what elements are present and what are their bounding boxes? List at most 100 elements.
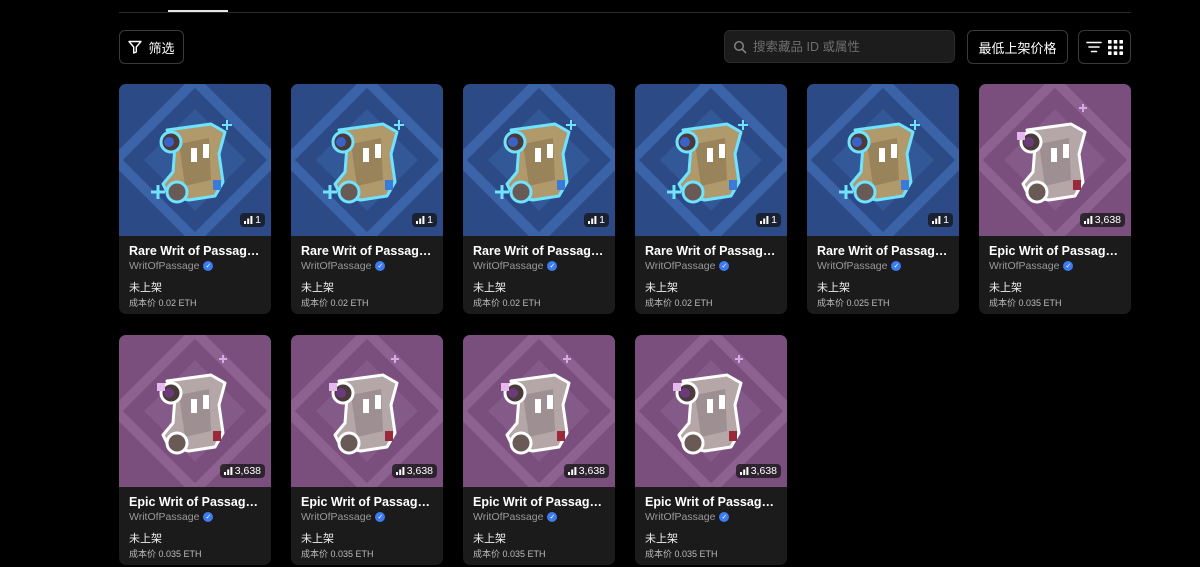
cost-price: 成本价 0.02 ETH (645, 298, 713, 308)
collection-link[interactable]: WritOfPassage ✓ (645, 260, 730, 272)
nft-name[interactable]: Epic Writ of Passage #... (645, 495, 779, 509)
nft-name[interactable]: Rare Writ of Passage ... (473, 244, 607, 258)
nft-name[interactable]: Rare Writ of Passage ... (817, 244, 951, 258)
rarity-badge: 3,638 (735, 464, 781, 478)
collection-name: WritOfPassage (817, 260, 888, 272)
search-input[interactable] (753, 39, 943, 54)
collection-name: WritOfPassage (473, 260, 544, 272)
nft-thumbnail[interactable]: 3,638 (119, 335, 271, 487)
nft-name[interactable]: Rare Writ of Passage ... (301, 244, 435, 258)
active-tab-indicator (168, 10, 228, 12)
nft-thumbnail[interactable]: 1 (463, 84, 615, 236)
rarity-count: 1 (599, 214, 605, 226)
nft-name[interactable]: Rare Writ of Passage ... (645, 244, 779, 258)
view-toggle (1078, 30, 1131, 64)
collection-link[interactable]: WritOfPassage ✓ (645, 511, 730, 523)
search-icon (733, 40, 747, 53)
verified-badge-icon: ✓ (547, 261, 558, 271)
nft-card[interactable]: 1 Rare Writ of Passage ... WritOfPassage… (291, 84, 443, 314)
signal-bars-icon (739, 467, 749, 475)
collection-link[interactable]: WritOfPassage ✓ (817, 260, 902, 272)
nft-name[interactable]: Rare Writ of Passage ... (129, 244, 263, 258)
collection-link[interactable]: WritOfPassage ✓ (301, 260, 386, 272)
signal-bars-icon (588, 216, 597, 224)
signal-bars-icon (760, 216, 769, 224)
cost-price: 成本价 0.035 ETH (645, 549, 718, 559)
collection-name: WritOfPassage (301, 260, 372, 272)
listing-status: 未上架 (817, 282, 850, 294)
rarity-count: 1 (771, 214, 777, 226)
verified-badge-icon: ✓ (891, 261, 902, 271)
rarity-badge: 3,638 (563, 464, 609, 478)
collection-name: WritOfPassage (645, 511, 716, 523)
nft-card[interactable]: 3,638 Epic Writ of Passage #... WritOfPa… (119, 335, 271, 565)
collection-name: WritOfPassage (473, 511, 544, 523)
nft-card[interactable]: 1 Rare Writ of Passage ... WritOfPassage… (635, 84, 787, 314)
filter-button-label: 筛选 (148, 40, 175, 56)
listing-status: 未上架 (301, 533, 334, 545)
sort-dropdown[interactable]: 最低上架价格 (967, 30, 1068, 64)
nft-thumbnail[interactable]: 3,638 (291, 335, 443, 487)
collection-link[interactable]: WritOfPassage ✓ (473, 511, 558, 523)
rarity-badge: 3,638 (1079, 213, 1125, 227)
nft-card[interactable]: 3,638 Epic Writ of Passage #... WritOfPa… (635, 335, 787, 565)
nft-card[interactable]: 1 Rare Writ of Passage ... WritOfPassage… (463, 84, 615, 314)
nft-thumbnail[interactable]: 3,638 (463, 335, 615, 487)
nft-thumbnail[interactable]: 3,638 (979, 84, 1131, 236)
nft-thumbnail[interactable]: 3,638 (635, 335, 787, 487)
cost-price: 成本价 0.025 ETH (817, 298, 890, 308)
funnel-icon (128, 40, 143, 54)
sort-label: 最低上架价格 (978, 40, 1057, 56)
listing-status: 未上架 (301, 282, 334, 294)
cost-price: 成本价 0.035 ETH (989, 298, 1062, 308)
collection-link[interactable]: WritOfPassage ✓ (301, 511, 386, 523)
collection-link[interactable]: WritOfPassage ✓ (473, 260, 558, 272)
list-view-icon[interactable] (1084, 37, 1104, 57)
cost-price: 成本价 0.035 ETH (129, 549, 202, 559)
verified-badge-icon: ✓ (203, 512, 214, 522)
nft-card[interactable]: 3,638 Epic Writ of Passage #... WritOfPa… (291, 335, 443, 565)
collection-link[interactable]: WritOfPassage ✓ (129, 260, 214, 272)
rarity-count: 3,638 (234, 465, 261, 477)
nft-thumbnail[interactable]: 1 (291, 84, 443, 236)
nft-name[interactable]: Epic Writ of Passage #... (989, 244, 1123, 258)
signal-bars-icon (395, 467, 405, 475)
listing-status: 未上架 (473, 282, 506, 294)
nft-name[interactable]: Epic Writ of Passage #... (473, 495, 607, 509)
nft-thumbnail[interactable]: 1 (119, 84, 271, 236)
verified-badge-icon: ✓ (547, 512, 558, 522)
search-box[interactable] (724, 30, 955, 63)
nft-card[interactable]: 1 Rare Writ of Passage ... WritOfPassage… (119, 84, 271, 314)
listing-status: 未上架 (473, 533, 506, 545)
grid-view-icon[interactable] (1105, 37, 1125, 57)
rarity-count: 1 (255, 214, 261, 226)
cost-price: 成本价 0.035 ETH (301, 549, 374, 559)
rarity-badge: 1 (412, 213, 437, 227)
cost-price: 成本价 0.02 ETH (301, 298, 369, 308)
nft-card[interactable]: 3,638 Epic Writ of Passage #... WritOfPa… (979, 84, 1131, 314)
verified-badge-icon: ✓ (203, 261, 214, 271)
collection-link[interactable]: WritOfPassage ✓ (129, 511, 214, 523)
signal-bars-icon (1083, 216, 1093, 224)
nft-card[interactable]: 3,638 Epic Writ of Passage #... WritOfPa… (463, 335, 615, 565)
listing-status: 未上架 (989, 282, 1022, 294)
listing-status: 未上架 (645, 282, 678, 294)
collection-link[interactable]: WritOfPassage ✓ (989, 260, 1074, 272)
rarity-badge: 3,638 (391, 464, 437, 478)
nft-card[interactable]: 1 Rare Writ of Passage ... WritOfPassage… (807, 84, 959, 314)
nft-name[interactable]: Epic Writ of Passage #... (301, 495, 435, 509)
listing-status: 未上架 (129, 533, 162, 545)
verified-badge-icon: ✓ (1063, 261, 1074, 271)
signal-bars-icon (244, 216, 253, 224)
nft-thumbnail[interactable]: 1 (807, 84, 959, 236)
cost-price: 成本价 0.02 ETH (473, 298, 541, 308)
listing-status: 未上架 (129, 282, 162, 294)
rarity-badge: 1 (240, 213, 265, 227)
nft-name[interactable]: Epic Writ of Passage #... (129, 495, 263, 509)
nft-thumbnail[interactable]: 1 (635, 84, 787, 236)
filter-button[interactable]: 筛选 (119, 30, 184, 64)
verified-badge-icon: ✓ (375, 512, 386, 522)
signal-bars-icon (223, 467, 233, 475)
signal-bars-icon (567, 467, 577, 475)
cost-price: 成本价 0.035 ETH (473, 549, 546, 559)
